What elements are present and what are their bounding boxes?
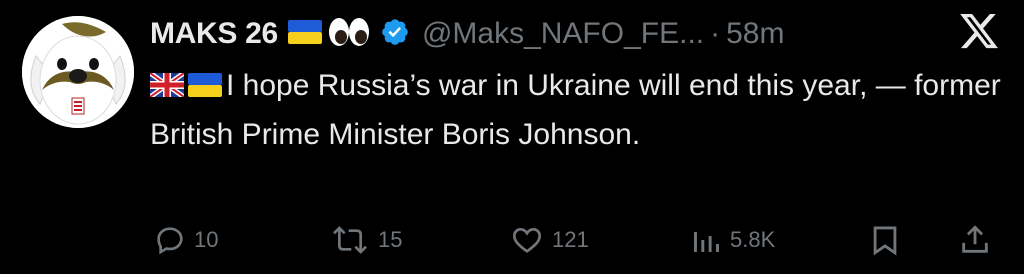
- action-bar: 10 15 121 5.8K: [0, 218, 1024, 262]
- views-button[interactable]: 5.8K: [690, 218, 775, 262]
- tweet-card[interactable]: MAKS 26 @Maks_NAFO_FE... · 58m I hope Ru…: [0, 0, 1024, 274]
- x-logo-icon[interactable]: [958, 10, 1000, 52]
- separator-dot: ·: [710, 17, 721, 50]
- verified-badge-icon[interactable]: [380, 17, 410, 52]
- post-time[interactable]: 58m: [726, 17, 784, 51]
- ukraine-flag-icon: [287, 19, 322, 49]
- avatar[interactable]: [22, 16, 134, 128]
- tweet-header: MAKS 26 @Maks_NAFO_FE... · 58m: [150, 12, 784, 56]
- display-name[interactable]: MAKS 26: [150, 17, 278, 51]
- reply-count: 10: [194, 227, 219, 252]
- views-count: 5.8K: [730, 227, 776, 252]
- repost-button[interactable]: 15: [330, 218, 402, 262]
- like-count: 121: [552, 227, 589, 252]
- tweet-body: I hope Russia’s war in Ukraine will end …: [150, 69, 1001, 151]
- bookmark-icon: [868, 223, 902, 257]
- repost-icon: [330, 224, 370, 256]
- ukraine-flag-icon: [188, 64, 222, 111]
- tweet-text: I hope Russia’s war in Ukraine will end …: [148, 62, 1010, 158]
- avatar-dog-image: [22, 16, 134, 128]
- views-icon: [690, 224, 722, 256]
- bookmark-button[interactable]: [868, 218, 902, 262]
- reply-icon: [154, 224, 186, 256]
- reply-button[interactable]: 10: [154, 218, 218, 262]
- user-handle[interactable]: @Maks_NAFO_FE...: [422, 17, 704, 51]
- share-button[interactable]: [958, 218, 992, 262]
- uk-flag-icon: [148, 64, 186, 111]
- share-icon: [958, 223, 992, 257]
- like-button[interactable]: 121: [510, 218, 589, 262]
- like-icon: [510, 224, 544, 256]
- repost-count: 15: [378, 227, 403, 252]
- eyes-emoji-icon: [328, 17, 370, 52]
